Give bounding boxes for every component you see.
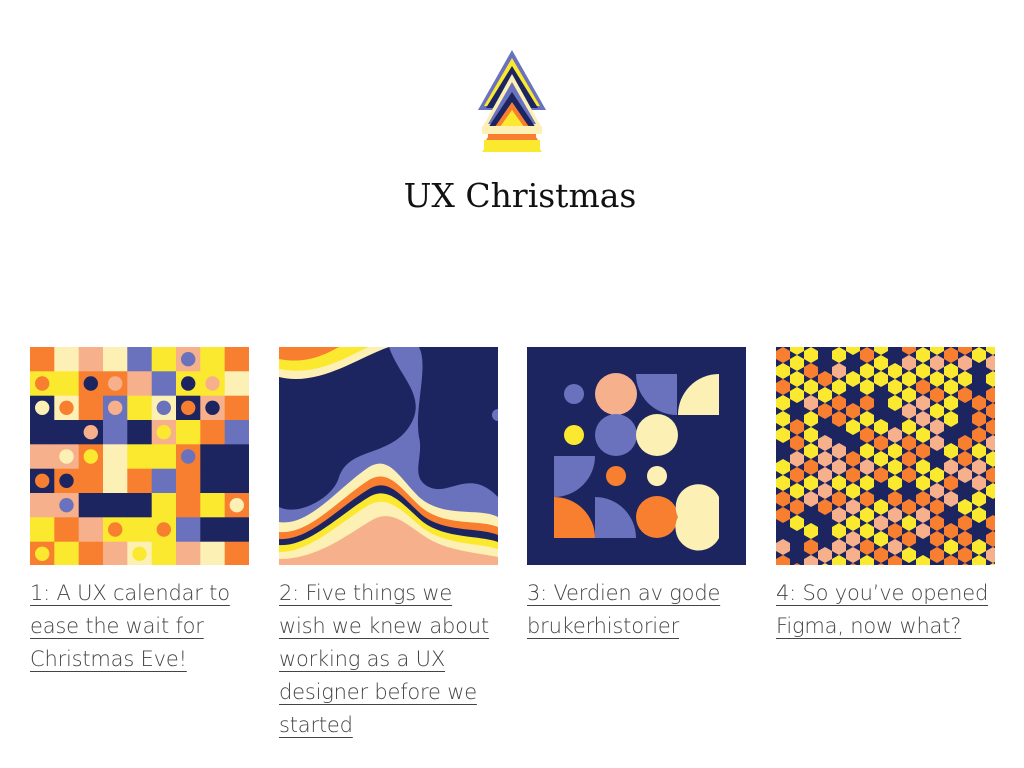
article-thumbnail-1[interactable] <box>30 347 249 565</box>
wavy-stripes-image <box>279 347 498 565</box>
article-thumbnail-4[interactable] <box>776 347 995 565</box>
site-title: UX Christmas <box>403 176 637 215</box>
grid-pattern-image <box>30 347 249 565</box>
article-card-1[interactable]: 1: A UX calendar to ease the wait for Ch… <box>30 347 249 676</box>
article-title-link[interactable]: 4: So you’ve opened Figma, now what? <box>776 577 995 643</box>
cubes-pattern-image <box>776 347 995 565</box>
site-logo-icon[interactable] <box>476 48 548 156</box>
article-card-2[interactable]: 2: Five things we wish we knew about wor… <box>279 347 498 742</box>
article-thumbnail-3[interactable] <box>527 347 746 565</box>
article-title-link[interactable]: 3: Verdien av gode brukerhistorier <box>527 577 746 643</box>
article-thumbnail-2[interactable] <box>279 347 498 565</box>
article-title-link[interactable]: 1: A UX calendar to ease the wait for Ch… <box>30 577 249 676</box>
circles-pattern-image <box>527 347 746 565</box>
article-card-4[interactable]: 4: So you’ve opened Figma, now what? <box>776 347 995 643</box>
article-title-link[interactable]: 2: Five things we wish we knew about wor… <box>279 577 498 742</box>
article-card-3[interactable]: 3: Verdien av gode brukerhistorier <box>527 347 746 643</box>
